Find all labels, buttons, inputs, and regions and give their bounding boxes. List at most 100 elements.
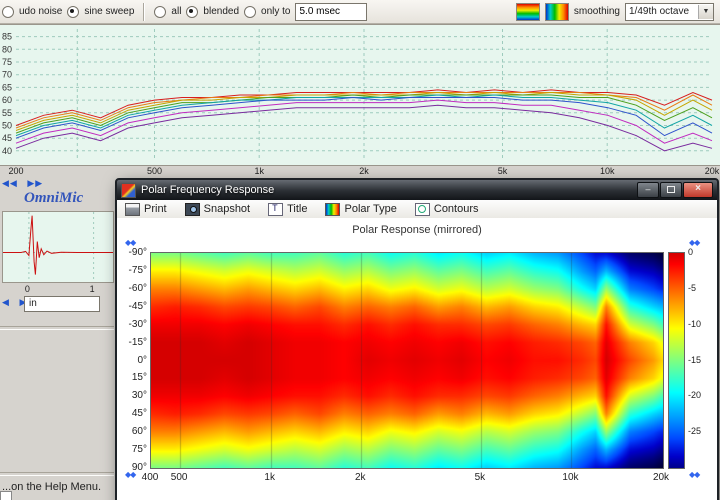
smoothing-label: smoothing [573, 6, 620, 17]
polar-menubar: Print Snapshot Title Polar Type Contours [117, 200, 717, 219]
angle-tick-label: 0° [137, 354, 147, 366]
step-back-button[interactable]: ◀ [2, 297, 10, 307]
colorbar-tick-label: 0 [688, 247, 694, 257]
angle-tick-label: 60° [131, 426, 147, 438]
frequency-response-plot: 85 80 75 70 65 60 55 50 45 40 [2, 29, 713, 161]
left-panel: ◀◀ ▶▶ OmniMic 01 ◀ ▶ in ...on the Help M… [0, 178, 118, 500]
menu-polar-type[interactable]: Polar Type [325, 202, 397, 216]
chevron-down-icon: ▼ [698, 4, 713, 19]
skip-forward-button[interactable]: ▶▶ [27, 178, 43, 188]
polar-window-titlebar[interactable]: Polar Frequency Response – × [117, 180, 717, 200]
svg-text:60: 60 [2, 95, 12, 105]
impulse-tick-label: 0 [24, 284, 30, 294]
title-icon [268, 202, 284, 216]
sine-sweep-radio[interactable] [67, 5, 80, 18]
angle-tick-label: 15° [131, 372, 147, 384]
polar-heatmap [150, 252, 664, 469]
colorbar-tick-label: -15 [688, 354, 702, 365]
svg-text:75: 75 [2, 57, 12, 67]
menu-polar-type-label: Polar Type [344, 203, 397, 215]
sine-sweep-label: sine sweep [84, 6, 135, 17]
impulse-tick-label: 1 [89, 284, 95, 294]
svg-text:70: 70 [2, 70, 12, 80]
menu-snapshot[interactable]: Snapshot [184, 202, 251, 216]
minimize-button[interactable]: – [637, 182, 659, 198]
print-icon [125, 202, 140, 216]
svg-text:50: 50 [2, 121, 12, 131]
colormap-icon-button[interactable] [544, 2, 569, 21]
menu-snapshot-label: Snapshot [203, 203, 251, 215]
polar-freq-tick-label: 1k [264, 472, 275, 483]
pseudo-noise-radio[interactable] [2, 5, 14, 18]
menu-print[interactable]: Print [125, 202, 167, 216]
impulse-axis-labels: 01 [0, 284, 118, 295]
polar-freq-tick-label: 20k [652, 472, 670, 483]
divider [0, 472, 114, 476]
freq-tick-label: 5k [497, 166, 508, 176]
colormap-icon [325, 202, 341, 216]
blended-label: blended [203, 6, 240, 17]
top-toolbar: udo noise sine sweep all blended only to… [0, 0, 720, 24]
pseudo-noise-label: udo noise [19, 6, 63, 17]
pan-control-bottom-right[interactable]: ◆◆ [689, 470, 700, 479]
freq-tick-label: 1k [254, 166, 264, 176]
polar-chart-area: Polar Response (mirrored) ◆◆ ◆◆ ◆◆ ◆◆ -9… [117, 218, 717, 500]
angle-tick-label: -60° [128, 282, 147, 294]
only-to-label: only to [261, 6, 291, 17]
msec-input[interactable] [295, 2, 368, 21]
corner-chip [0, 491, 12, 500]
angle-tick-label: -75° [128, 264, 147, 276]
polar-frequency-response-window: Polar Frequency Response – × Print Snaps… [115, 178, 719, 500]
impulse-response-chart [2, 211, 114, 283]
menu-print-label: Print [144, 203, 167, 215]
angle-tick-label: -45° [128, 300, 147, 312]
contours-icon [414, 202, 430, 216]
colorbar-tick-label: -20 [688, 390, 702, 401]
maximize-icon [667, 186, 675, 193]
colorbar-tick-label: -10 [688, 318, 702, 329]
maximize-button[interactable] [660, 182, 682, 198]
app-window: udo noise sine sweep all blended only to… [0, 0, 720, 500]
menu-title-label: Title [287, 203, 308, 215]
transport-controls-top: ◀◀ ▶▶ [2, 178, 49, 189]
svg-text:55: 55 [2, 108, 12, 118]
close-button[interactable]: × [683, 182, 713, 198]
impulse-response-plot [3, 212, 113, 282]
colorbar [668, 252, 685, 469]
menu-contours-label: Contours [433, 203, 479, 215]
omnimic-logo: OmniMic [24, 190, 84, 206]
svg-text:80: 80 [2, 44, 12, 54]
polar-freq-tick-label: 500 [170, 472, 188, 483]
polar-freq-tick-label: 2k [354, 472, 366, 483]
input-channel-field[interactable]: in [24, 296, 100, 312]
angle-tick-label: 75° [131, 444, 147, 456]
smoothing-select[interactable]: 1/49th octave ▼ [625, 2, 714, 21]
freq-tick-label: 200 [8, 166, 24, 176]
pan-control-top-right[interactable]: ◆◆ [689, 238, 700, 247]
spectrogram-icon-button[interactable] [515, 2, 540, 21]
window-buttons: – × [637, 182, 713, 198]
only-to-radio[interactable] [244, 5, 257, 18]
angle-tick-label: 45° [131, 408, 147, 420]
input-channel-value: in [29, 298, 37, 309]
all-radio[interactable] [154, 5, 167, 18]
polar-freq-tick-label: 5k [474, 472, 486, 483]
pan-control-top-left[interactable]: ◆◆ [125, 238, 136, 247]
svg-text:85: 85 [2, 32, 12, 42]
blended-radio[interactable] [186, 5, 199, 18]
camera-icon [184, 202, 200, 216]
toolbar-separator [143, 2, 146, 21]
window-icon [121, 182, 136, 198]
polar-freq-tick-label: 400 [141, 472, 159, 483]
svg-text:65: 65 [2, 82, 12, 92]
menu-contours[interactable]: Contours [414, 202, 479, 216]
all-label: all [171, 6, 182, 17]
menu-title[interactable]: Title [268, 202, 308, 216]
frequency-response-chart: 85 80 75 70 65 60 55 50 45 40 [0, 24, 720, 166]
freq-tick-label: 500 [146, 166, 162, 176]
colorbar-tick-label: -25 [688, 426, 702, 437]
polar-chart-title: Polar Response (mirrored) [352, 224, 482, 236]
angle-tick-label: 30° [131, 390, 147, 402]
angle-tick-label: -15° [128, 336, 147, 348]
skip-back-button[interactable]: ◀◀ [2, 178, 18, 188]
